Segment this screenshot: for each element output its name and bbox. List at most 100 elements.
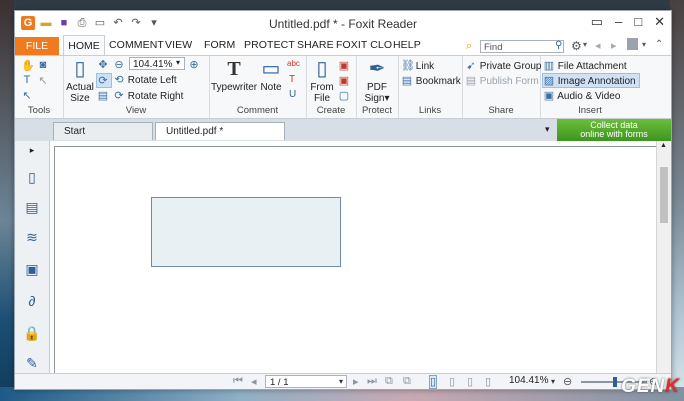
- promo-expand-icon[interactable]: ▾: [545, 124, 550, 135]
- scrollbar-thumb[interactable]: [660, 167, 668, 223]
- link-label: Link: [415, 61, 435, 72]
- tab-view[interactable]: VIEW: [165, 39, 192, 51]
- reflow-icon[interactable]: ⟳: [96, 73, 112, 88]
- bookmark-button[interactable]: ▤ Bookmark: [401, 74, 461, 87]
- zoom-dropdown-icon[interactable]: ▾: [176, 58, 180, 67]
- tab-comment[interactable]: COMMENT: [109, 39, 164, 51]
- desktop-background-right: [670, 0, 684, 401]
- tab-protect[interactable]: PROTECT: [244, 39, 295, 51]
- vertical-scrollbar[interactable]: ▲: [656, 141, 671, 373]
- group-create: ▯ From File ▣ ▣ ▢ Create: [306, 56, 357, 118]
- create-blank-icon[interactable]: ▣: [338, 59, 350, 72]
- find-options-icon[interactable]: ⌕: [466, 40, 472, 53]
- signatures-icon[interactable]: ✎: [23, 355, 41, 371]
- link-button[interactable]: ⛓ Link: [401, 59, 434, 72]
- continuous-icon[interactable]: ▯: [449, 375, 455, 388]
- first-page-icon[interactable]: ⏮: [233, 375, 243, 388]
- search-icon[interactable]: ⚲: [555, 40, 562, 51]
- scroll-up-arrow[interactable]: ▲: [660, 142, 667, 149]
- audio-video-button[interactable]: ▣ Audio & Video: [543, 89, 621, 102]
- private-group-button[interactable]: ➹ Private Group: [465, 59, 541, 72]
- pdf-sign-button[interactable]: ✒ PDF Sign▾: [360, 58, 394, 104]
- tab-form[interactable]: FORM: [204, 39, 235, 51]
- zoom-in-icon[interactable]: ⊕: [188, 58, 200, 71]
- file-attachment-button[interactable]: ▥ File Attachment: [543, 59, 627, 72]
- select-arrow-icon[interactable]: ↖: [21, 89, 33, 102]
- zoom-out-status-icon[interactable]: ⊖: [563, 375, 572, 388]
- tab-untitled-pdf[interactable]: Untitled.pdf *: [155, 122, 285, 140]
- close-icon[interactable]: ✕: [654, 14, 665, 30]
- last-page-icon[interactable]: ⏭: [367, 375, 377, 388]
- actual-size-icon: ▯: [74, 58, 86, 80]
- forward-icon[interactable]: ▸: [611, 39, 617, 52]
- create-clipboard-icon[interactable]: ▢: [338, 89, 350, 102]
- foxit-reader-window: G ▬ ■ ⎙ ▭ ↶ ↷ ▾ Untitled.pdf * - Foxit R…: [14, 10, 672, 390]
- group-links: ⛓ Link ▤ Bookmark Links: [398, 56, 463, 118]
- expand-panel-icon[interactable]: ▸: [23, 145, 41, 161]
- zoom-out-icon[interactable]: ⊖: [113, 58, 125, 71]
- collapse-ribbon-icon[interactable]: ⌃: [655, 39, 663, 50]
- settings-gear-icon[interactable]: ⚙: [571, 39, 582, 53]
- tab-foxit-cloud[interactable]: FOXIT CLO: [336, 39, 392, 51]
- select-annotation-icon[interactable]: ↖: [37, 74, 49, 87]
- comments-icon[interactable]: ▣: [23, 261, 41, 277]
- fit-page-icon[interactable]: ✥: [97, 58, 109, 71]
- pdf-page[interactable]: [54, 146, 657, 375]
- actual-size-button[interactable]: ▯ Actual Size: [65, 58, 95, 104]
- tab-help[interactable]: HELP: [393, 39, 421, 51]
- single-page-icon[interactable]: ▯: [429, 375, 438, 389]
- underline-icon[interactable]: U: [289, 89, 296, 100]
- collect-data-banner[interactable]: Collect data online with forms: [557, 119, 671, 141]
- layers-icon[interactable]: ≋: [23, 229, 41, 245]
- from-file-button[interactable]: ▯ From File: [308, 58, 336, 104]
- note-button[interactable]: ▭ Note: [259, 58, 283, 93]
- highlight-icon[interactable]: abc: [287, 59, 300, 68]
- fit-width-icon[interactable]: ▤: [97, 89, 109, 102]
- settings-dropdown-icon[interactable]: ▾: [583, 40, 587, 49]
- next-page-icon[interactable]: ▸: [353, 375, 359, 388]
- user-avatar-icon[interactable]: [627, 38, 638, 50]
- pages-icon[interactable]: ▤: [23, 199, 41, 215]
- rotate-right-button[interactable]: ⟳ Rotate Right: [113, 89, 183, 102]
- image-annotation-box[interactable]: [151, 197, 341, 267]
- maximize-icon[interactable]: □: [634, 14, 642, 30]
- title-bar: G ▬ ■ ⎙ ▭ ↶ ↷ ▾ Untitled.pdf * - Foxit R…: [15, 11, 671, 37]
- facing-icon[interactable]: ▯: [467, 375, 473, 388]
- ribbon-home: ✋ ◙ T ↖ ↖ Tools ▯ Actual Size ✥ ⊖ 104.41…: [15, 56, 671, 119]
- hand-tool-icon[interactable]: ✋: [21, 59, 35, 72]
- image-icon: ▨: [543, 75, 555, 87]
- tab-start[interactable]: Start: [53, 122, 153, 140]
- minimize-icon[interactable]: –: [615, 14, 622, 30]
- page-thumbnails-icon[interactable]: ▯: [23, 169, 41, 185]
- publish-form-button[interactable]: ▤ Publish Form: [465, 74, 539, 87]
- page-dropdown-icon[interactable]: ▾: [339, 377, 343, 386]
- snapshot-icon[interactable]: ◙: [37, 59, 49, 71]
- rotate-left-label: Rotate Left: [127, 75, 177, 86]
- back-icon[interactable]: ◂: [595, 39, 601, 52]
- create-scanner-icon[interactable]: ▣: [338, 74, 350, 87]
- tab-file[interactable]: FILE: [15, 37, 59, 55]
- next-view-icon[interactable]: ⧉: [403, 375, 411, 388]
- user-dropdown-icon[interactable]: ▾: [642, 40, 646, 49]
- attachment-icon: ▥: [543, 60, 555, 72]
- select-text-icon[interactable]: T: [21, 74, 33, 86]
- tab-share[interactable]: SHARE: [297, 39, 334, 51]
- search-input[interactable]: Find: [480, 40, 564, 53]
- actual-size-label-2: Size: [70, 93, 90, 104]
- typewriter-button[interactable]: T Typewriter: [211, 58, 257, 93]
- pen-sign-icon: ✒: [368, 58, 386, 80]
- security-lock-icon[interactable]: 🔒: [23, 325, 41, 341]
- zoom-slider-handle[interactable]: [613, 377, 617, 387]
- strikeout-icon[interactable]: T: [289, 74, 295, 85]
- tab-home[interactable]: HOME: [63, 35, 105, 55]
- previous-page-icon[interactable]: ◂: [251, 375, 257, 388]
- page-number-input[interactable]: 1 / 1: [265, 375, 347, 388]
- image-annotation-button[interactable]: ▨ Image Annotation: [542, 73, 640, 88]
- continuous-facing-icon[interactable]: ▯: [485, 375, 491, 388]
- restore-down-icon[interactable]: ▭: [591, 14, 603, 30]
- attachments-icon[interactable]: ∂: [23, 293, 41, 309]
- zoom-level-dropdown-icon[interactable]: ▾: [551, 377, 555, 386]
- watermark-accent: K: [665, 376, 680, 397]
- rotate-left-button[interactable]: ⟲ Rotate Left: [113, 73, 177, 86]
- previous-view-icon[interactable]: ⧉: [385, 375, 393, 388]
